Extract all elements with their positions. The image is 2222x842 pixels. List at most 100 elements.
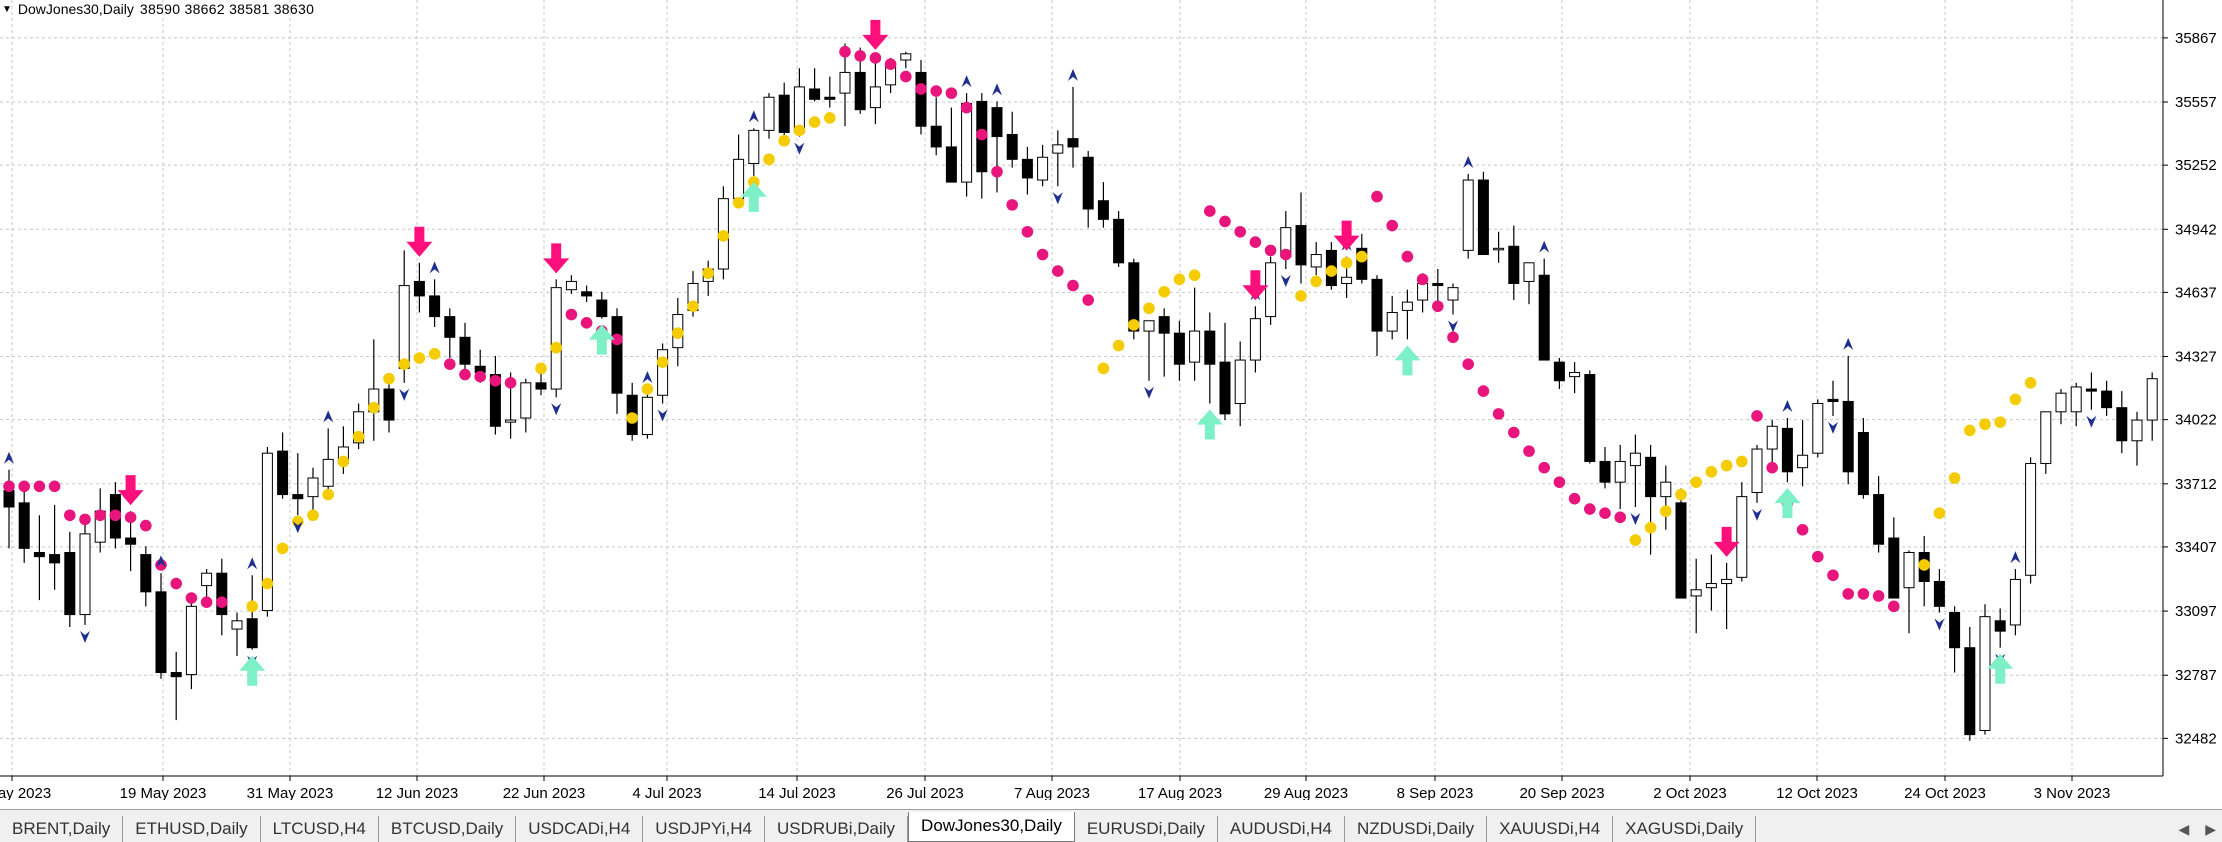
bull-candle [869,86,881,109]
symbol-tab[interactable]: BTCUSD,Daily [379,816,517,842]
fractal-down-icon [1630,512,1641,525]
symbol-tab[interactable]: USDJPYi,H4 [643,816,765,842]
sar-dot-bearish [1827,569,1839,582]
sar-dot-bearish [185,592,198,604]
sar-dot-bullish [687,300,699,313]
sar-dot-bearish [1052,265,1064,277]
sar-dot-bullish [1705,466,1718,478]
sell-arrow-icon [543,243,570,274]
bull-candle [2146,378,2158,421]
bear-candle [2085,388,2097,392]
date-axis-label: 7 Aug 2023 [1014,785,1090,800]
bull-candle [1462,179,1474,251]
date-axis-label: 2 Oct 2023 [1653,785,1726,800]
sar-dot-bullish [1295,290,1307,302]
bear-candle [809,88,821,100]
tab-scroll-left-icon[interactable]: ◀ [2178,821,2189,838]
fractal-down-icon [1828,421,1838,434]
sar-dot-bearish [930,85,942,97]
price-axis-label: 35557 [2175,94,2217,111]
sar-dot-bearish [900,70,912,83]
symbol-tab[interactable]: AUDUSDi,H4 [1218,816,1345,842]
sar-dot-bullish [1112,339,1125,352]
symbol-tab[interactable]: XAUUSDi,H4 [1487,816,1614,842]
price-axis-label: 34327 [2175,349,2217,366]
price-axis-label: 33407 [2175,539,2217,556]
sar-dot-bearish [48,480,61,493]
tab-scroll-right-icon[interactable]: ▶ [2205,821,2216,838]
symbol-tab[interactable]: XAGUSDi,Daily [1613,816,1757,842]
date-axis-label: 14 Jul 2023 [758,785,836,800]
bull-candle [1037,156,1049,181]
sar-dot-bullish [732,196,745,209]
price-axis-label: 35252 [2175,157,2217,174]
bull-candle [1736,496,1748,578]
fractal-down-icon [1280,275,1291,288]
sar-dot-bearish [960,101,973,114]
bear-candle [459,336,471,365]
date-axis-label: 31 May 2023 [247,785,334,800]
bull-candle [1812,403,1824,454]
sar-dot-bearish [64,509,76,522]
sar-dot-bearish [489,374,502,387]
sar-dot-bearish [1842,588,1854,600]
collapse-triangle-icon[interactable]: ▼ [2,4,12,15]
symbol-tab[interactable]: ETHUSD,Daily [123,816,261,842]
sar-dot-bearish [474,370,487,383]
symbol-tab[interactable]: USDCADi,H4 [516,816,644,842]
bear-candle [1857,431,1869,496]
bear-candle [1295,225,1307,266]
date-axis-label: 29 Aug 2023 [1264,785,1348,800]
bull-candle [307,477,319,498]
sar-dot-bearish [1477,385,1490,397]
bear-candle [18,502,30,549]
bull-candle [1249,318,1261,361]
sar-dot-bullish [1933,507,1946,519]
bear-candle [383,388,395,421]
price-chart[interactable]: 35867 35557 35252 34942 34637 34327 34022 33712… [0,0,2222,800]
sar-dot-bearish [1371,190,1383,203]
tab-scroll-controls: ◀ ▶ [2178,821,2216,838]
symbol-tab[interactable]: USDRUBi,Daily [765,816,909,842]
sar-dot-bearish [1036,248,1049,261]
bear-candle [1645,456,1657,498]
bear-candle [1006,134,1018,160]
date-axis-label: 9 May 2023 [0,785,51,800]
symbol-tab[interactable]: NZDUSDi,Daily [1345,816,1488,842]
bear-candle [778,94,790,133]
bull-candle [1493,247,1505,251]
symbol-tab[interactable]: BRENT,Daily [0,816,124,842]
symbol-tab[interactable]: DowJones30,Daily [908,812,1075,842]
sar-dot-bearish [1432,300,1444,313]
symbol-tab[interactable]: LTCUSD,H4 [261,816,379,842]
bull-candle [641,396,653,436]
bear-candle [1964,647,1976,736]
fractal-down-icon [1934,618,1945,631]
bear-candle [1827,398,1839,402]
date-axis-label: 17 Aug 2023 [1138,785,1222,800]
sar-dot-bullish [246,600,258,613]
bear-candle [1553,361,1565,382]
sar-dot-bullish [656,356,669,368]
sar-dot-bearish [140,519,152,532]
bear-candle [1204,330,1216,365]
symbol-tab[interactable]: EURUSDi,Daily [1075,816,1218,842]
bear-candle [216,572,228,616]
sar-dot-bearish [976,128,988,141]
sar-dot-bullish [261,577,274,590]
sar-dot-bullish [2024,377,2037,389]
sar-dot-bearish [854,50,866,62]
bear-candle [1538,274,1550,361]
bull-candle [1797,454,1809,469]
bull-candle [2025,463,2037,576]
sar-dot-bullish [337,455,350,468]
sar-dot-bullish [626,412,638,424]
chart-area[interactable]: 35867 35557 35252 34942 34637 34327 34022 33712… [0,0,2222,800]
sar-dot-bullish [276,542,289,555]
bull-candle [1721,578,1733,585]
sar-dot-bearish [170,577,182,590]
sar-dot-bullish [368,401,380,414]
bear-candle [535,382,547,390]
fractal-up-icon [642,371,653,384]
buy-arrow-icon [1774,488,1801,519]
